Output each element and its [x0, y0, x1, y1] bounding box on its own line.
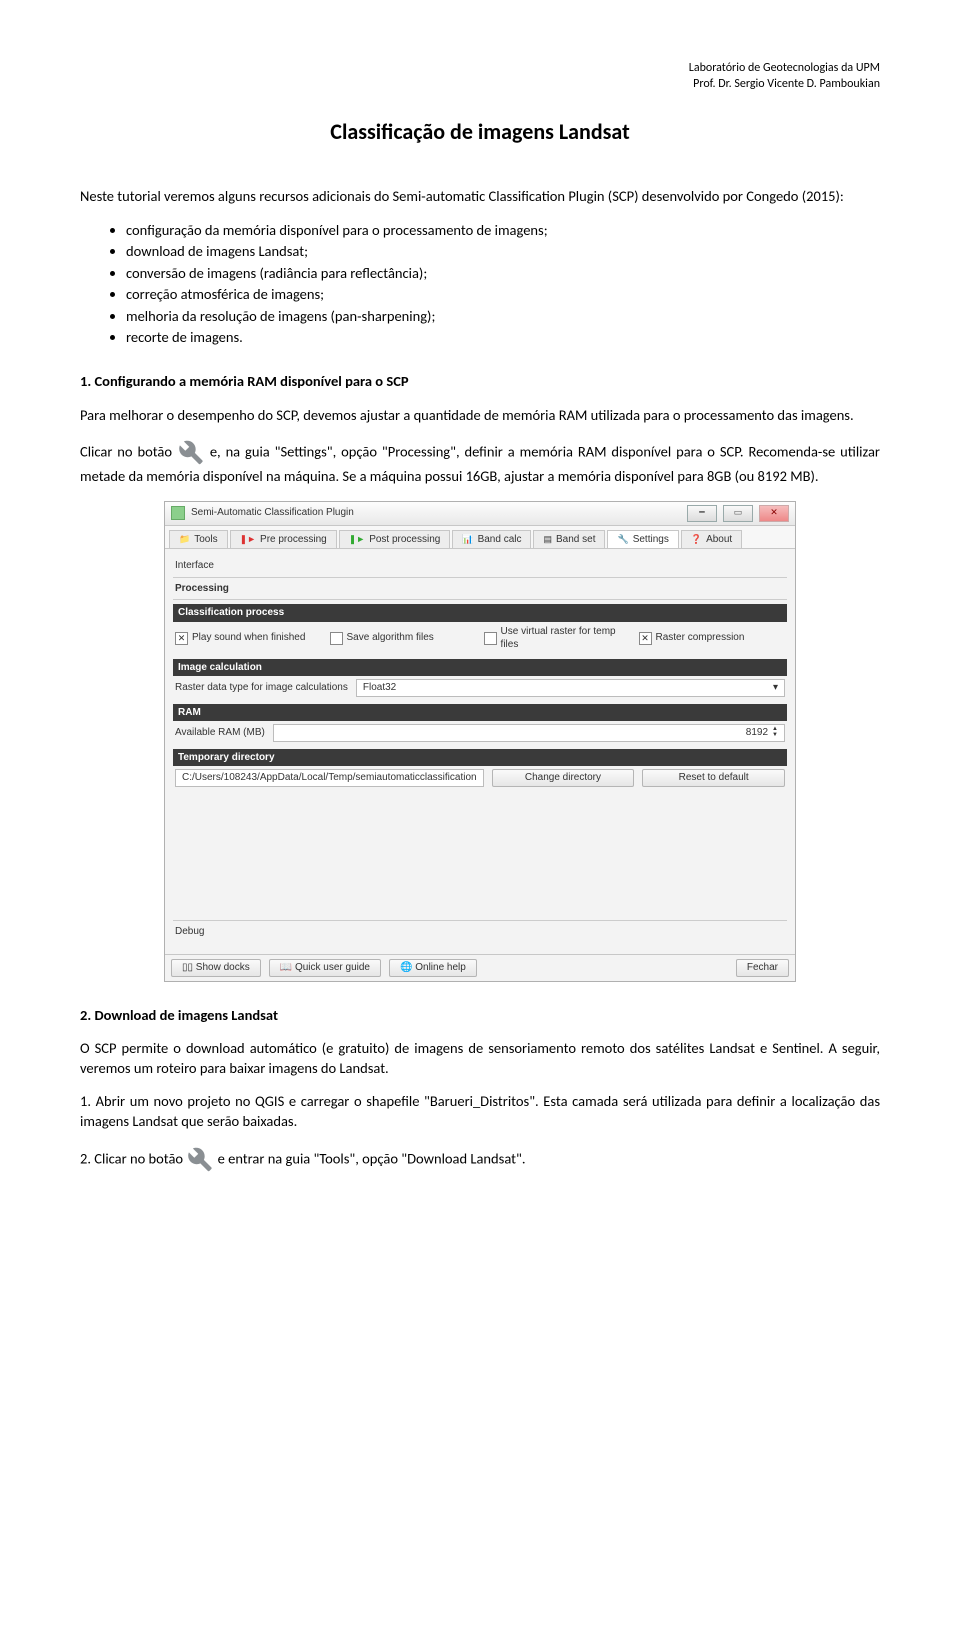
minimize-button[interactable]: ━ [687, 505, 717, 522]
titlebar: Semi-Automatic Classification Plugin ━ ▭… [165, 502, 795, 526]
lbl-virtraster: Use virtual raster for temp files [501, 625, 631, 652]
spin-down-icon[interactable]: ▼ [772, 732, 778, 738]
lbl-rastercomp: Raster compression [656, 631, 745, 645]
section2-title: 2. Download de imagens Landsat [80, 1006, 880, 1026]
list-item: melhoria da resolução de imagens (pan-sh… [126, 307, 880, 327]
btn-quick-guide[interactable]: 📖 Quick user guide [269, 959, 381, 977]
tab-bandset[interactable]: ▤Band set [533, 530, 605, 549]
intro-paragraph: Neste tutorial veremos alguns recursos a… [80, 187, 880, 207]
lbl-raster-dtype: Raster data type for image calculations [175, 681, 348, 695]
section1-p2: Clicar no botão e, na guia "Settings", o… [80, 439, 880, 487]
feature-list: configuração da memória disponível para … [80, 221, 880, 348]
btn-show-docks[interactable]: ▯▯ Show docks [171, 959, 261, 977]
lbl-savealg: Save algorithm files [347, 631, 434, 645]
field-tempdir: C:/Users/108243/AppData/Local/Temp/semia… [175, 769, 484, 787]
group-debug[interactable]: Debug [173, 920, 787, 943]
cb-rastercomp[interactable]: ✕ [639, 632, 652, 645]
cb-virtraster[interactable] [484, 632, 497, 645]
bar-ram: RAM [173, 704, 787, 722]
gear-icon: 🔧 [617, 533, 628, 545]
maximize-button[interactable]: ▭ [723, 505, 753, 522]
page-title: Classificação de imagens Landsat [80, 117, 880, 147]
scp-window: Semi-Automatic Classification Plugin ━ ▭… [164, 501, 796, 982]
tab-bandcalc[interactable]: 📊Band calc [452, 530, 531, 549]
bar-image-calculation: Image calculation [173, 659, 787, 677]
dropdown-raster-dtype[interactable]: Float32 ▾ [356, 679, 785, 697]
group-interface[interactable]: Interface [173, 555, 787, 578]
tab-settings[interactable]: 🔧Settings [607, 530, 678, 549]
section2-p2: 1. Abrir um novo projeto no QGIS e carre… [80, 1092, 880, 1131]
input-available-ram[interactable]: 8192 ▲ ▼ [273, 724, 785, 742]
p3-pre: 2. Clicar no botão [80, 1149, 186, 1167]
list-item: correção atmosférica de imagens; [126, 285, 880, 305]
cb-savealg[interactable] [330, 632, 343, 645]
section1-p1: Para melhorar o desempenho do SCP, devem… [80, 406, 880, 426]
wrench-icon [177, 439, 205, 467]
bar-classification-process: Classification process [173, 604, 787, 622]
bar-tempdir: Temporary directory [173, 749, 787, 767]
list-item: download de imagens Landsat; [126, 242, 880, 262]
section1-title: 1. Configurando a memória RAM disponível… [80, 372, 880, 392]
list-item: recorte de imagens. [126, 328, 880, 348]
tabs-row: 📁Tools ❚►Pre processing ❚►Post processin… [165, 526, 795, 550]
btn-change-directory[interactable]: Change directory [492, 769, 635, 787]
lbl-playsound: Play sound when finished [192, 631, 305, 645]
section2-p3: 2. Clicar no botão e entrar na guia "Too… [80, 1146, 880, 1174]
tab-postprocessing[interactable]: ❚►Post processing [339, 530, 451, 549]
tab-preprocessing[interactable]: ❚►Pre processing [230, 530, 337, 549]
tab-tools[interactable]: 📁Tools [169, 530, 228, 549]
p3-post: e entrar na guia "Tools", opção "Downloa… [218, 1149, 526, 1167]
btn-fechar[interactable]: Fechar [736, 959, 789, 977]
cb-playsound[interactable]: ✕ [175, 632, 188, 645]
window-title: Semi-Automatic Classification Plugin [191, 506, 354, 520]
header-line1: Laboratório de Geotecnologias da UPM [80, 60, 880, 76]
app-icon [171, 506, 185, 520]
list-item: conversão de imagens (radiância para ref… [126, 264, 880, 284]
header-line2: Prof. Dr. Sergio Vicente D. Pamboukian [80, 76, 880, 92]
lbl-available-ram: Available RAM (MB) [175, 726, 265, 740]
btn-online-help[interactable]: 🌐 Online help [389, 959, 477, 977]
close-button[interactable]: ✕ [759, 505, 789, 522]
wrench-icon [186, 1146, 214, 1174]
list-item: configuração da memória disponível para … [126, 221, 880, 241]
chevron-down-icon: ▾ [773, 681, 778, 695]
group-processing[interactable]: Processing [173, 578, 787, 601]
section2-p1: O SCP permite o download automático (e g… [80, 1039, 880, 1078]
p2-pre: Clicar no botão [80, 443, 177, 461]
btn-reset-default[interactable]: Reset to default [642, 769, 785, 787]
tab-about[interactable]: ❓About [681, 530, 742, 549]
